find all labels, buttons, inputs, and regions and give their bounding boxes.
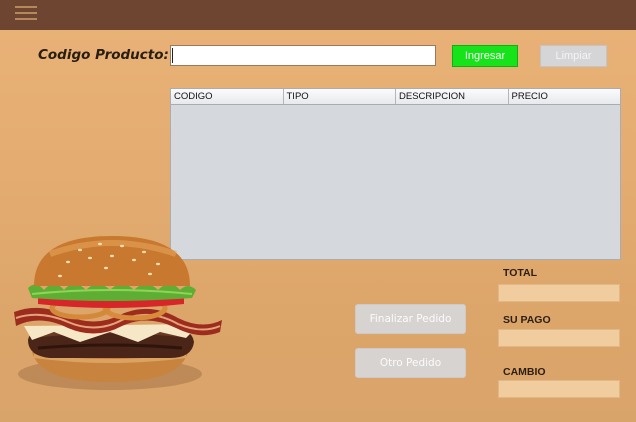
hamburger-menu-icon[interactable] [15,6,41,24]
column-header-tipo[interactable]: TIPO [284,89,396,104]
column-header-codigo[interactable]: CODIGO [171,89,284,104]
total-field[interactable] [498,284,620,302]
code-label: Codigo Producto: [38,47,169,63]
ingresar-button[interactable]: Ingresar [452,45,518,67]
products-table[interactable]: CODIGO TIPO DESCRIPCION PRECIO [170,88,621,260]
text-caret [172,48,173,63]
total-label: TOTAL [503,267,538,279]
supago-field[interactable] [498,329,620,347]
column-header-precio[interactable]: PRECIO [509,89,621,104]
top-bar [0,0,636,30]
cambio-label: CAMBIO [503,366,546,378]
burger-image [14,236,222,390]
code-input[interactable] [170,45,436,66]
limpiar-button[interactable]: Limpiar [540,45,607,67]
table-header: CODIGO TIPO DESCRIPCION PRECIO [171,89,620,105]
cambio-field[interactable] [498,380,620,398]
finalizar-pedido-button[interactable]: Finalizar Pedido [355,304,466,334]
supago-label: SU PAGO [503,314,551,326]
column-header-descripcion[interactable]: DESCRIPCION [396,89,509,104]
otro-pedido-button[interactable]: Otro Pedido [355,348,466,378]
